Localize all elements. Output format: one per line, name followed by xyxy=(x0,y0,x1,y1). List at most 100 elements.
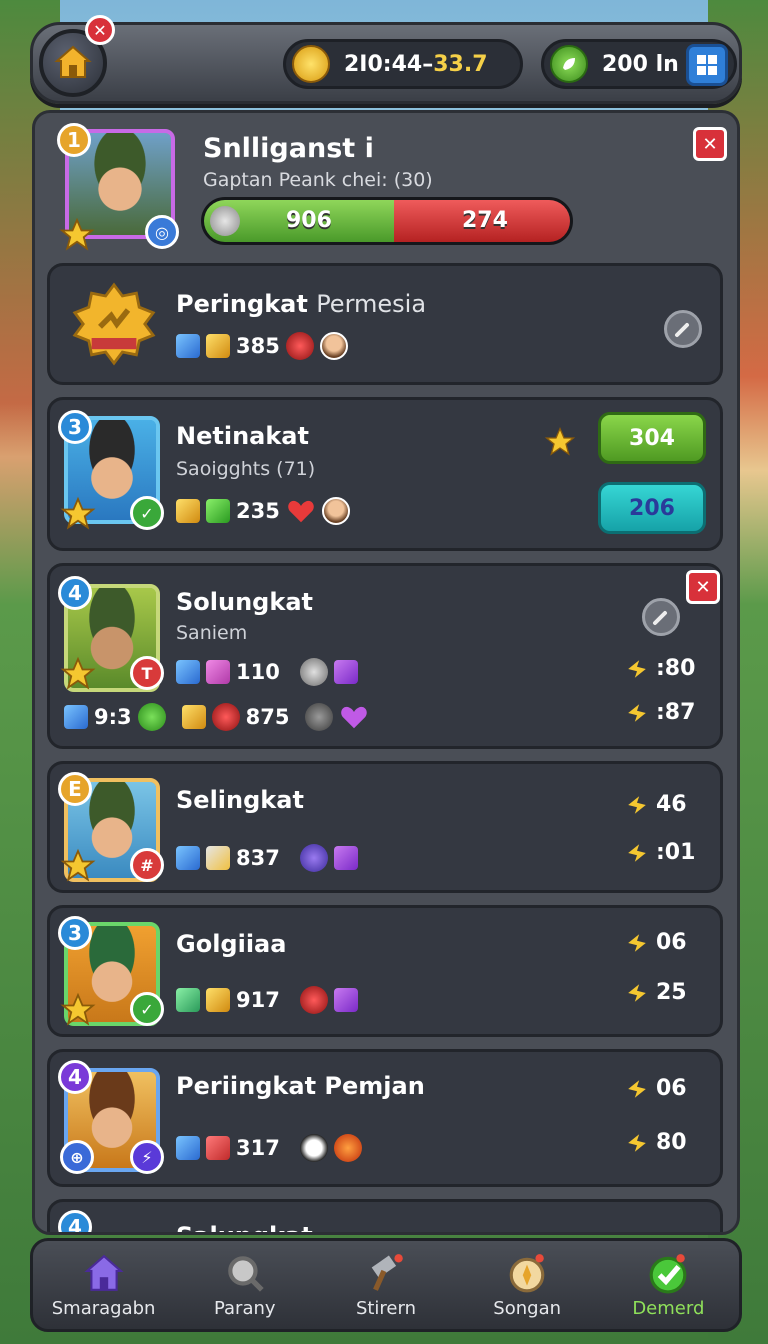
globe-icon: ◎ xyxy=(145,215,179,249)
card-title: Netinakat xyxy=(176,422,309,450)
pink-candy-icon xyxy=(206,660,230,684)
resource-row-secondary: 9:3 875 xyxy=(64,702,369,732)
rank-badge: E xyxy=(58,772,92,806)
gold-bolt-icon xyxy=(628,843,646,862)
coins-highlight: 33.7 xyxy=(433,51,488,77)
grey-orb-icon xyxy=(305,703,334,731)
score-text: :01 xyxy=(656,840,696,865)
nav-item-home[interactable]: Smaragabn xyxy=(39,1252,169,1319)
grid-plus-icon xyxy=(697,55,717,75)
list-item[interactable]: 3 ✓ Netinakat Saoigghts (71) 235 304 206 xyxy=(47,397,723,551)
nav-item-compass[interactable]: Songan xyxy=(462,1252,592,1319)
nav-item-quests[interactable]: Demerd xyxy=(603,1252,733,1319)
coin-stack-icon xyxy=(292,45,330,83)
card-title: Periingkat Pemjan xyxy=(176,1072,425,1100)
nav-label: Parany xyxy=(213,1297,276,1319)
gold-bolt-icon xyxy=(628,1079,646,1098)
green-gem-icon xyxy=(206,499,230,523)
star-icon xyxy=(60,992,96,1026)
check-badge-icon: ✓ xyxy=(130,992,164,1026)
checkmark-icon xyxy=(649,1253,687,1293)
score-text: 80 xyxy=(656,1130,687,1155)
list-item[interactable]: 4 Salungkat xyxy=(47,1199,723,1232)
resource-row: 917 xyxy=(176,986,358,1014)
energy-counter: 200 ln xyxy=(541,39,737,89)
score-value: 46 xyxy=(626,792,687,817)
nav-item-forge[interactable]: Stirern xyxy=(321,1252,451,1319)
score-value: 80 xyxy=(626,1130,687,1155)
score-text: 06 xyxy=(656,930,687,955)
score-value: :80 xyxy=(626,656,695,681)
blue-gem-icon xyxy=(176,1136,200,1160)
green-gem-icon xyxy=(176,988,200,1012)
leaf-badge-icon: ✓ xyxy=(130,496,164,530)
blue-cube-icon xyxy=(64,705,88,729)
magnifier-icon xyxy=(227,1255,264,1292)
blue-gem-icon xyxy=(176,846,200,870)
avatar-mini-icon xyxy=(321,497,350,525)
list-item[interactable]: 4 T Solungkat Saniem 110 9:3 875 ✕:80:… xyxy=(47,563,723,749)
card-title: Solungkat xyxy=(176,588,313,616)
player-name: Snlliganst i xyxy=(203,133,374,164)
list-item[interactable]: Peringkat Permesia 385 xyxy=(47,263,723,385)
red-gem-icon xyxy=(206,1136,230,1160)
soccer-ball-icon xyxy=(299,1134,328,1162)
avatar-mini-icon xyxy=(319,332,348,360)
card-title: Salungkat xyxy=(176,1222,313,1232)
gold-gem-icon xyxy=(176,499,200,523)
edit-button[interactable] xyxy=(642,598,680,636)
nav-label: Demerd xyxy=(632,1297,705,1319)
gold-gem-icon xyxy=(206,988,230,1012)
score-text: 25 xyxy=(656,980,687,1005)
silver-coin-icon xyxy=(210,206,240,236)
star-icon xyxy=(59,217,95,251)
card-title-bold: Peringkat xyxy=(176,290,308,318)
close-panel-button[interactable]: ✕ xyxy=(693,127,727,161)
close-notification-icon[interactable]: ✕ xyxy=(85,15,115,45)
score-text: 46 xyxy=(656,792,687,817)
blue-gem-icon xyxy=(176,334,200,358)
resource-value: 235 xyxy=(236,499,280,523)
card-title: Peringkat Permesia xyxy=(176,290,426,318)
resource-row: 235 xyxy=(176,496,350,526)
rank-badge: 4 xyxy=(58,576,92,610)
list-item[interactable]: 4 ⊕ ⚡ Periingkat Pemjan 317 06 80 xyxy=(47,1049,723,1187)
score-text: 06 xyxy=(656,1076,687,1101)
compass-badge-icon: ⊕ xyxy=(60,1140,94,1174)
remove-button[interactable]: ✕ xyxy=(686,570,720,604)
add-energy-button[interactable] xyxy=(686,44,728,86)
list-item[interactable]: 3 ✓ Golgiiaa 917 06 25 xyxy=(47,905,723,1037)
purple-gem-icon xyxy=(333,660,358,684)
primary-action-button[interactable]: 304 xyxy=(598,412,706,464)
edit-button[interactable] xyxy=(664,310,702,348)
score-text: :87 xyxy=(656,700,696,725)
house-icon xyxy=(54,45,92,78)
purple-gem-icon xyxy=(333,988,358,1012)
score-value: 06 xyxy=(626,1076,687,1101)
nav-item-search[interactable]: Parany xyxy=(180,1252,310,1319)
card-subtitle: Saoigghts (71) xyxy=(176,458,316,480)
compass-icon xyxy=(509,1253,545,1292)
gold-bolt-icon xyxy=(628,983,646,1002)
purple-orb-icon xyxy=(299,844,328,872)
star-icon xyxy=(60,848,96,882)
resource-value: 317 xyxy=(236,1136,280,1160)
secondary-action-button[interactable]: 206 xyxy=(598,482,706,534)
card-subtitle: Saniem xyxy=(176,622,248,644)
hammer-icon xyxy=(371,1253,403,1291)
star-icon xyxy=(60,496,96,530)
purple-gem-icon xyxy=(333,846,358,870)
gold-bolt-icon xyxy=(628,659,646,678)
bolt-badge-icon: ⚡ xyxy=(130,1140,164,1174)
list-item[interactable]: E # Selingkat 837 46 :01 xyxy=(47,761,723,893)
nav-label: Stirern xyxy=(355,1297,416,1319)
pencil-icon xyxy=(653,611,667,625)
card-title: Golgiiaa xyxy=(176,930,287,958)
bar-left-value: 906 xyxy=(286,208,332,233)
resource-row: 317 xyxy=(176,1134,362,1162)
resource-row: 110 xyxy=(176,658,358,686)
red-orb-icon xyxy=(211,703,240,731)
rank-badge: 3 xyxy=(58,410,92,444)
gold-bolt-icon xyxy=(628,933,646,952)
red-orb-icon xyxy=(285,332,314,360)
